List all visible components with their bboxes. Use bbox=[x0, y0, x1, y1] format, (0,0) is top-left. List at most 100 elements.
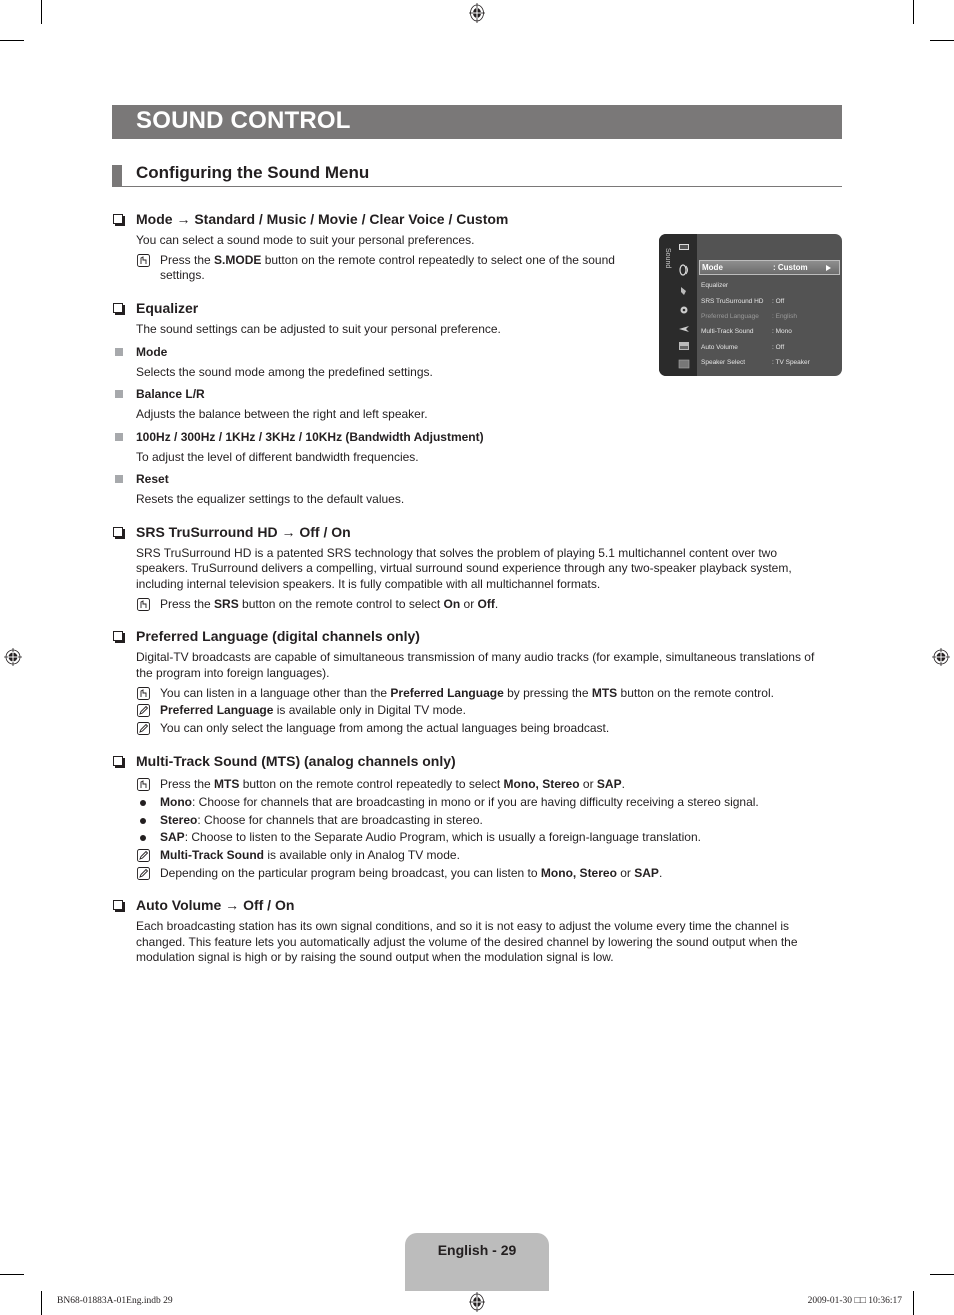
mode-note: Press the S.MODE button on the remote co… bbox=[160, 253, 615, 269]
osd-row-mode[interactable]: Mode : Custom bbox=[699, 260, 840, 275]
osd-row-label: Auto Volume bbox=[701, 344, 738, 351]
note-text: Press the bbox=[160, 253, 215, 267]
section-marker bbox=[112, 165, 122, 186]
mode-note-line2: settings. bbox=[160, 268, 205, 282]
note-bold: Off bbox=[477, 597, 495, 611]
equalizer-body: The sound settings can be adjusted to su… bbox=[136, 322, 501, 336]
bullet-dot-icon bbox=[140, 818, 146, 824]
note-bold: SAP bbox=[634, 866, 659, 880]
osd-row-speaker-select[interactable]: Speaker Select : TV Speaker bbox=[699, 356, 840, 371]
page-number-tab: English - 29 bbox=[405, 1233, 549, 1291]
pencil-note-icon bbox=[137, 704, 150, 717]
eq-item-title: Balance L/R bbox=[136, 387, 205, 403]
srs-heading: SRS TruSurround HD → Off / On bbox=[136, 524, 351, 540]
osd-row-label: Preferred Language bbox=[701, 313, 759, 320]
note-text: is available only in Digital TV mode. bbox=[273, 703, 466, 717]
eq-item-desc: To adjust the level of different bandwid… bbox=[136, 450, 419, 464]
osd-row-value: : Off bbox=[772, 344, 785, 351]
srs-note: Press the SRS button on the remote contr… bbox=[160, 597, 498, 613]
note-text: . bbox=[621, 777, 625, 791]
osd-row-auto-volume[interactable]: Auto Volume : Off bbox=[699, 341, 840, 356]
bullet-bold: SAP bbox=[160, 830, 185, 844]
note-bold: Preferred Language bbox=[390, 686, 504, 700]
note-bold: SRS bbox=[214, 597, 239, 611]
input-icon bbox=[679, 326, 689, 332]
crop-mark bbox=[0, 1274, 24, 1275]
preferred-language-body-line: the program into foreign languages). bbox=[136, 666, 330, 680]
mode-heading: Mode → Standard / Music / Movie / Clear … bbox=[136, 211, 509, 227]
remote-button-note-icon bbox=[137, 687, 150, 700]
osd-row-value: : Mono bbox=[772, 328, 792, 335]
checkbox-bullet-icon bbox=[113, 900, 125, 912]
eq-item-title: Mode bbox=[136, 345, 167, 361]
osd-row-srs[interactable]: SRS TruSurround HD : Off bbox=[699, 295, 840, 310]
checkbox-bullet-icon bbox=[113, 756, 125, 768]
osd-row-label: Equalizer bbox=[701, 282, 729, 289]
picture-icon bbox=[679, 244, 689, 250]
note-text: Press the bbox=[160, 597, 215, 611]
application-icon bbox=[679, 342, 689, 350]
mts-note: Multi-Track Sound is available only in A… bbox=[160, 848, 460, 864]
eq-item-title-text: Mode bbox=[136, 345, 168, 359]
srs-body-line: including internal television speakers. … bbox=[136, 577, 601, 591]
mts-bullet: Mono: Choose for channels that are broad… bbox=[160, 795, 759, 811]
eq-item-desc: Selects the sound mode among the predefi… bbox=[136, 365, 433, 379]
osd-row-preferred-language: Preferred Language : English bbox=[699, 310, 840, 325]
square-bullet-icon bbox=[115, 433, 123, 441]
osd-row-label: Speaker Select bbox=[701, 359, 746, 366]
mts-bullet: Stereo: Choose for channels that are bro… bbox=[160, 813, 483, 829]
support-icon bbox=[678, 359, 690, 369]
tv-sound-menu-screenshot: Sound Mode : Custom Equalizer SRS TruSur… bbox=[659, 234, 842, 376]
footer-timestamp: 2009-01-30 □□ 10:36:17 bbox=[807, 1296, 902, 1306]
preferred-language-note: You can listen in a language other than … bbox=[160, 686, 774, 702]
remote-button-note-icon bbox=[137, 778, 150, 791]
note-bold: Mono, Stereo bbox=[503, 777, 580, 791]
auto-volume-heading: Auto Volume → Off / On bbox=[136, 897, 295, 913]
sound-icon bbox=[679, 264, 688, 276]
note-text: or bbox=[579, 777, 597, 791]
bullet-text: : Choose to listen to the Separate Audio… bbox=[184, 830, 701, 844]
note-text: or bbox=[616, 866, 635, 880]
srs-body-line: SRS TruSurround HD is a patented SRS tec… bbox=[136, 546, 778, 560]
note-text: . bbox=[494, 597, 499, 611]
crop-mark bbox=[0, 40, 24, 41]
eq-item-title-text: Balance L/R bbox=[136, 387, 205, 401]
mts-note: Depending on the particular program bein… bbox=[160, 866, 662, 882]
section-heading: Configuring the Sound Menu bbox=[136, 163, 370, 182]
note-text: Depending on the particular program bein… bbox=[160, 866, 541, 880]
note-bold: MTS bbox=[591, 686, 618, 700]
note-text: button on the remote control repeatedly … bbox=[239, 777, 504, 791]
checkbox-bullet-icon bbox=[113, 214, 125, 226]
osd-row-label: Mode bbox=[702, 263, 723, 272]
osd-row-label: Multi-Track Sound bbox=[701, 328, 754, 335]
note-bold: SAP bbox=[596, 777, 622, 791]
registration-mark-icon bbox=[469, 1292, 485, 1312]
pencil-note-icon bbox=[137, 722, 150, 735]
note-text: by pressing the bbox=[503, 686, 592, 700]
osd-row-value: : English bbox=[772, 313, 797, 320]
section-heading-bar: Configuring the Sound Menu bbox=[112, 163, 842, 187]
note-text: or bbox=[460, 597, 478, 611]
note-bold: Mono, Stereo bbox=[540, 866, 617, 880]
osd-row-label: SRS TruSurround HD bbox=[701, 298, 764, 305]
eq-item-desc: Resets the equalizer settings to the def… bbox=[136, 492, 405, 506]
registration-mark-icon bbox=[932, 648, 950, 666]
osd-side-label: Sound bbox=[664, 248, 671, 269]
bullet-dot-icon bbox=[140, 800, 146, 806]
note-text: Press the bbox=[160, 777, 215, 791]
auto-volume-body-line: changed. This feature lets you automatic… bbox=[136, 935, 798, 949]
square-bullet-icon bbox=[115, 390, 123, 398]
note-bold: S.MODE bbox=[214, 253, 262, 267]
note-text: is available only in Analog TV mode. bbox=[264, 848, 460, 862]
remote-button-note-icon bbox=[137, 598, 150, 611]
crop-mark bbox=[930, 1274, 954, 1275]
chapter-title-bar: SOUND CONTROL bbox=[112, 105, 842, 139]
osd-row-equalizer[interactable]: Equalizer bbox=[699, 279, 840, 294]
eq-item-title: Reset bbox=[136, 472, 169, 488]
note-text: button on the remote control. bbox=[617, 686, 774, 700]
note-text: button on the remote control to select bbox=[238, 597, 444, 611]
bullet-bold: Stereo bbox=[160, 813, 198, 827]
preferred-language-note: You can only select the language from am… bbox=[160, 721, 610, 735]
checkbox-bullet-icon bbox=[113, 527, 125, 539]
osd-row-multi-track-sound[interactable]: Multi-Track Sound : Mono bbox=[699, 325, 840, 340]
